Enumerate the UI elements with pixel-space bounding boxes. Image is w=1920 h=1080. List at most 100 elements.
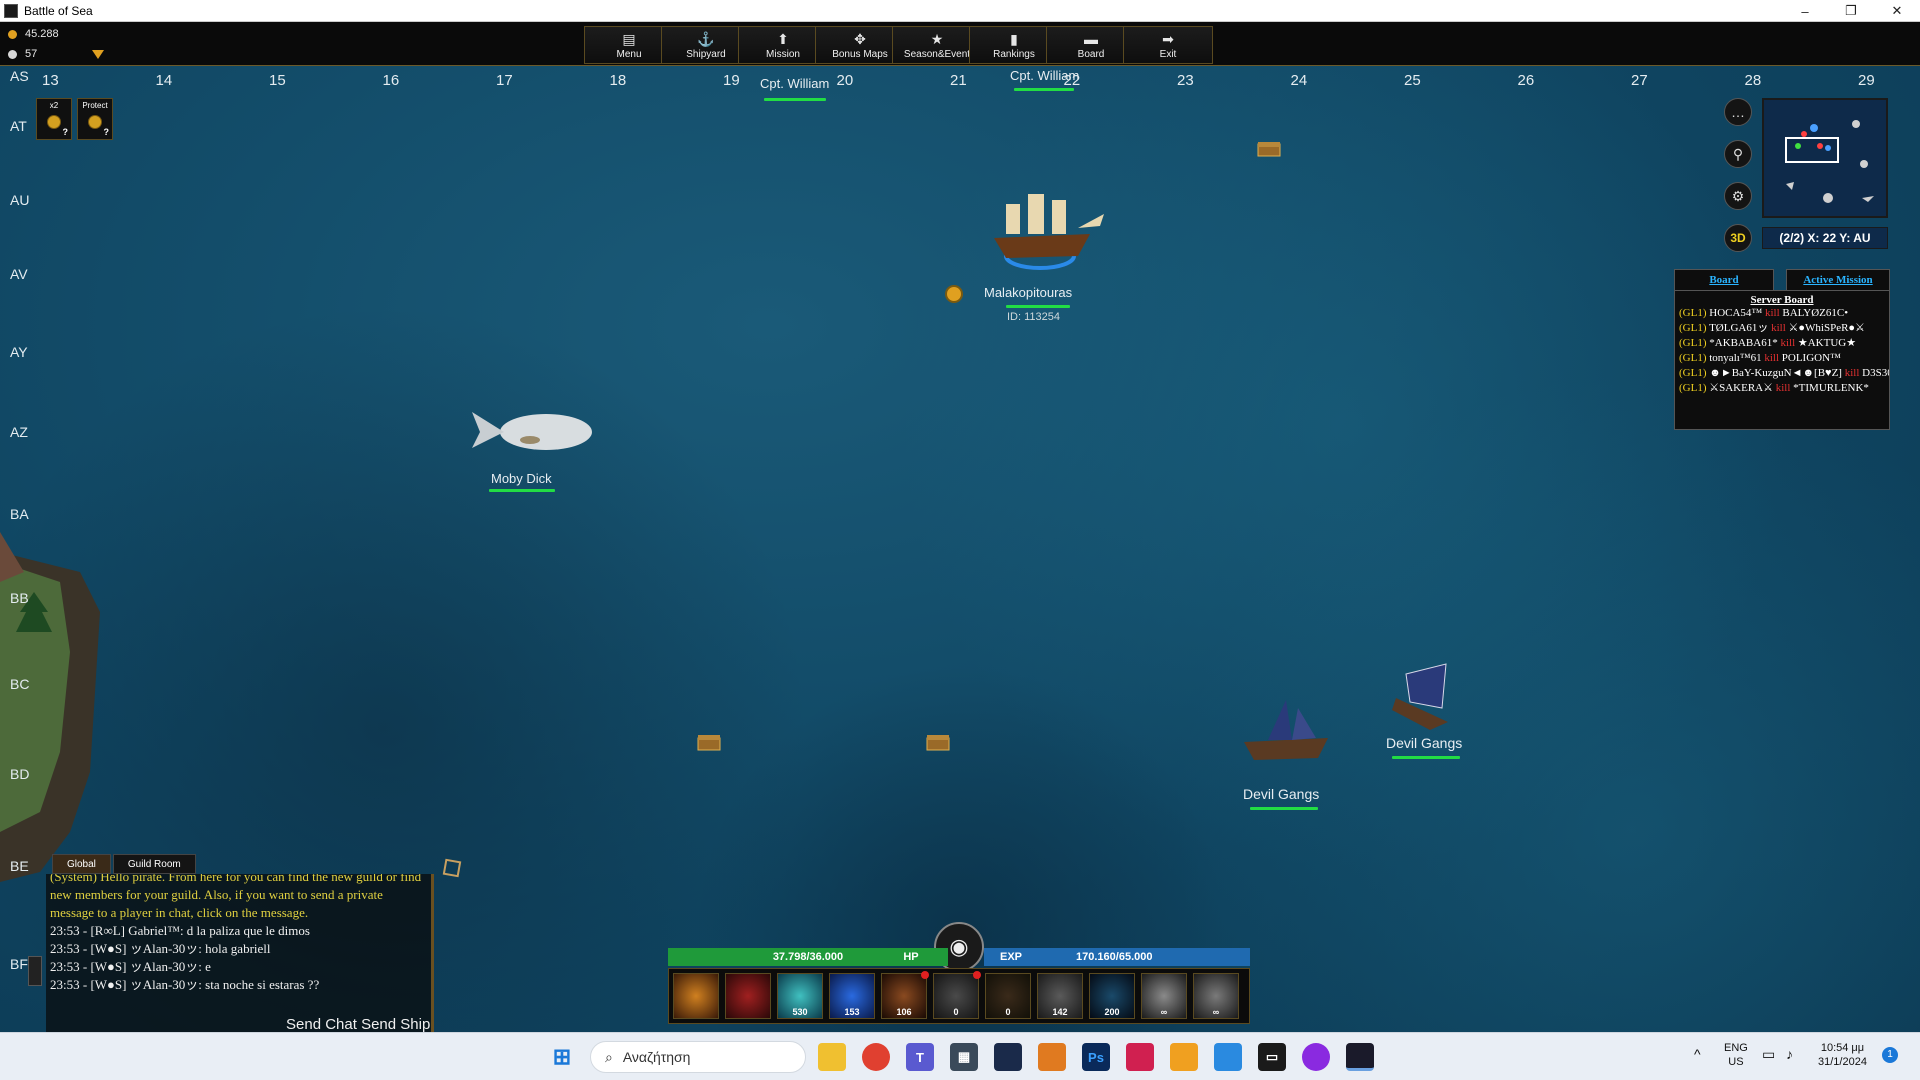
tab-active-mission[interactable]: Active Mission [1786, 269, 1890, 291]
protect-boost[interactable]: Protect ? [77, 98, 113, 140]
menu-button-label: Bonus Maps [832, 49, 888, 60]
menu-icon: ▤ [622, 31, 636, 47]
skill-slot[interactable]: ∞ [1141, 973, 1187, 1019]
whale-name-label[interactable]: Moby Dick [491, 471, 552, 486]
pirate-ship[interactable] [1240, 686, 1332, 772]
kill-feed-row: (GL1) HOCA54™ kill BALYØZ61C• [1675, 306, 1889, 321]
send-chat-button[interactable]: Send Chat [286, 1016, 357, 1032]
treasure-chest[interactable] [696, 732, 722, 752]
chrome-icon[interactable] [862, 1043, 890, 1071]
chat-message[interactable]: 23:53 - [W●S] ッAlan-30ッ: e [46, 958, 431, 976]
chat-scroll-handle[interactable] [28, 956, 42, 986]
calculator-icon[interactable]: ▦ [950, 1043, 978, 1071]
app-icon[interactable] [1170, 1043, 1198, 1071]
skill-slot[interactable]: 200 [1089, 973, 1135, 1019]
kill-keyword: kill [1780, 337, 1796, 349]
pirate-ship[interactable] [1390, 644, 1460, 734]
chat-bubble-icon[interactable]: … [1724, 98, 1752, 126]
teams-icon[interactable]: T [906, 1043, 934, 1071]
menu-button-label: Board [1077, 49, 1105, 60]
resource-panel: 45.288 57 [0, 22, 110, 66]
grid-row-label: AT [10, 118, 27, 134]
expand-resources-icon[interactable] [92, 50, 104, 59]
jetbrains-icon[interactable] [1126, 1043, 1154, 1071]
chat-send-actions: Send Chat Send Ship [286, 1016, 430, 1032]
menu-button-exit[interactable]: ➡ Exit [1123, 26, 1213, 64]
minimap[interactable] [1762, 98, 1888, 218]
chevron-up-icon[interactable]: ^ [1694, 1047, 1701, 1061]
chat-message[interactable]: 23:53 - [W●S] ッAlan-30ッ: sta noche si es… [46, 976, 431, 994]
chat-message[interactable]: 23:53 - [W●S] ッAlan-30ッ: hola gabriell [46, 940, 431, 958]
moby-dick-whale[interactable] [470, 392, 596, 472]
help-icon: ? [62, 127, 69, 137]
skill-slot[interactable] [673, 973, 719, 1019]
x2-boost[interactable]: x2 ? [36, 98, 72, 140]
player-id-label: ID: 113254 [1007, 311, 1061, 323]
skill-slot[interactable]: 530 [777, 973, 823, 1019]
minimize-button[interactable]: – [1782, 0, 1828, 22]
chat-panel[interactable]: (System) Hello pirate. From here for you… [46, 874, 434, 1032]
pirate-name-label[interactable]: Devil Gangs [1386, 735, 1462, 751]
maximize-button[interactable]: ❐ [1828, 0, 1874, 22]
volume-icon[interactable]: ♪ [1786, 1047, 1793, 1061]
player-name-label[interactable]: Malakopitouras [984, 285, 1072, 300]
skill-slot[interactable] [725, 973, 771, 1019]
clock[interactable]: 10:54 μμ 31/1/2024 [1818, 1041, 1867, 1069]
send-ship-button[interactable]: Send Ship [361, 1016, 430, 1032]
enemy-name-label[interactable]: Cpt. William [1010, 68, 1079, 83]
app-icon[interactable] [1038, 1043, 1066, 1071]
skill-slot[interactable]: 153 [829, 973, 875, 1019]
menu-button-label: Rankings [993, 49, 1035, 60]
kill-victim: D3S30 [1862, 367, 1889, 379]
exp-value: 170.160/65.000 [1076, 951, 1153, 963]
collapse-chat-icon[interactable] [442, 858, 462, 878]
treasure-chest[interactable] [1256, 140, 1282, 158]
vscode-icon[interactable] [1214, 1043, 1242, 1071]
skill-slot[interactable]: 106 [881, 971, 929, 1019]
tab-global-chat[interactable]: Global [52, 854, 111, 874]
taskbar-search[interactable]: ⌕ Αναζήτηση [590, 1041, 806, 1073]
guild-badge-icon [945, 285, 963, 303]
search-placeholder: Αναζήτηση [622, 1049, 691, 1065]
star-icon: ★ [930, 31, 944, 47]
file-explorer-icon[interactable] [818, 1043, 846, 1071]
gear-icon[interactable]: ⚙ [1724, 182, 1752, 210]
island [0, 532, 100, 882]
board-icon: ▬ [1084, 31, 1098, 47]
menu-button-label: Shipyard [686, 49, 726, 60]
grid-column-label: 29 [1858, 72, 1875, 89]
treasure-chest[interactable] [925, 732, 951, 752]
skill-slot[interactable]: 0 [985, 973, 1031, 1019]
compass-icon: ✥ [854, 31, 866, 47]
game-viewport[interactable]: 13 14 15 16 17 18 19 20 21 22 23 24 25 26 27 28 29 AS AT… [0, 22, 1920, 1032]
arrow-up-icon: ⬆ [777, 31, 789, 47]
app-icon[interactable] [994, 1043, 1022, 1071]
skill-slot[interactable]: 142 [1037, 973, 1083, 1019]
tab-guild-room[interactable]: Guild Room [112, 854, 196, 874]
skill-slot[interactable]: ∞ [1193, 973, 1239, 1019]
language-indicator[interactable]: ENG US [1724, 1041, 1748, 1069]
kill-guild-level: (GL1) [1679, 367, 1707, 379]
chat-message[interactable]: 23:53 - [R∞L] Gabriel™: d la paliza que … [46, 922, 431, 940]
toggle-3d-button[interactable]: 3D [1724, 224, 1752, 252]
system-message: (System) Hello pirate. From here for you… [50, 874, 422, 920]
search-icon: ⌕ [605, 1048, 613, 1065]
coin-icon [88, 115, 102, 129]
boost-label: x2 [49, 101, 59, 110]
close-button[interactable]: ✕ [1874, 0, 1920, 22]
enemy-name-label[interactable]: Cpt. William [760, 76, 829, 91]
windows-start-icon[interactable]: ⊞ [548, 1043, 576, 1071]
network-icon[interactable]: ▭ [1762, 1047, 1775, 1061]
player-ship[interactable] [980, 178, 1110, 288]
app-icon[interactable] [1302, 1043, 1330, 1071]
notification-badge[interactable]: 1 [1882, 1047, 1898, 1063]
terminal-icon[interactable]: ▭ [1258, 1043, 1286, 1071]
battle-of-sea-taskbar-icon[interactable] [1346, 1043, 1374, 1071]
kill-keyword: kill [1844, 367, 1860, 379]
tab-board[interactable]: Board [1674, 269, 1774, 291]
map-pin-icon[interactable]: ⚲ [1724, 140, 1752, 168]
window-title: Battle of Sea [24, 3, 93, 18]
photoshop-icon[interactable]: Ps [1082, 1043, 1110, 1071]
pirate-name-label[interactable]: Devil Gangs [1243, 786, 1319, 802]
skill-slot[interactable]: 0 [933, 971, 981, 1019]
